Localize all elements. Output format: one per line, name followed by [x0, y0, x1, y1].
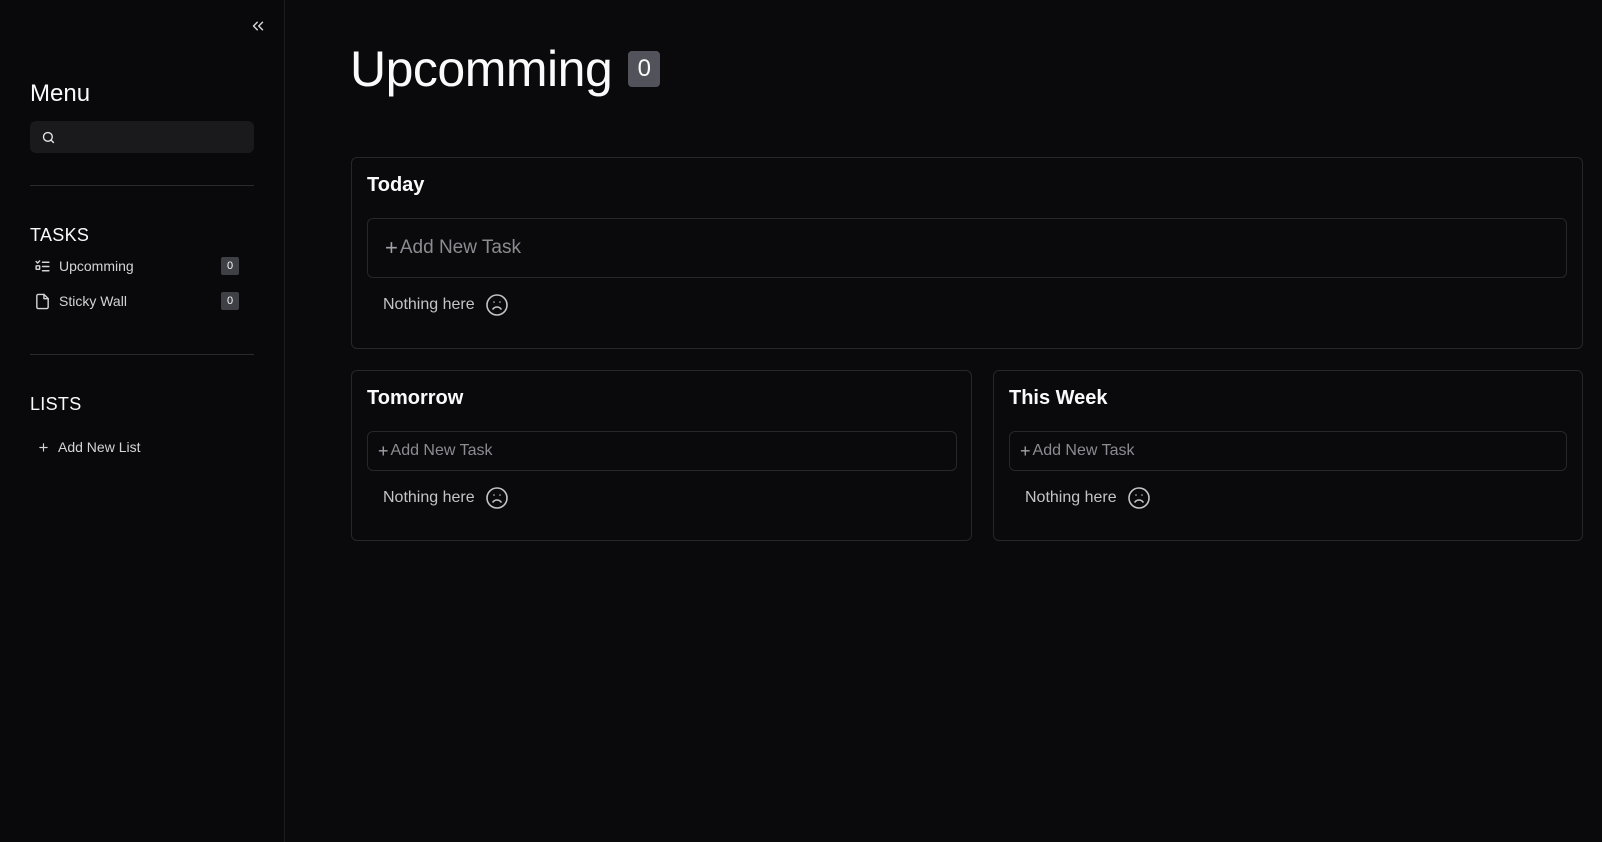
card-title: This Week — [1009, 387, 1108, 409]
add-task-placeholder: Add New Task — [1032, 442, 1135, 459]
list-checks-icon — [35, 259, 50, 271]
plus-icon: + — [378, 440, 389, 461]
sidebar-item-label: Sticky Wall — [59, 293, 127, 309]
add-task-placeholder: Add New Task — [399, 237, 521, 258]
card-title: Tomorrow — [367, 387, 464, 409]
chevrons-left-icon — [252, 21, 264, 31]
sidebar-item-sticky-wall[interactable]: Sticky Wall 0 — [34, 289, 239, 313]
page-header: Upcomming 0 — [350, 40, 661, 98]
frown-icon — [485, 294, 508, 316]
frown-icon — [1127, 487, 1150, 509]
empty-state-label: Nothing here — [383, 489, 475, 506]
sidebar: Menu TASKS Upcomming 0 Sticky Wall 0 LIS… — [0, 0, 285, 842]
page-title: Upcomming — [350, 41, 613, 97]
search-input[interactable] — [64, 129, 244, 145]
add-task-placeholder: Add New Task — [390, 442, 493, 459]
add-task-input[interactable]: + Add New Task — [367, 431, 957, 471]
add-task-input[interactable]: + Add New Task — [1009, 431, 1567, 471]
empty-state: Nothing here — [383, 486, 509, 510]
collapse-sidebar-button[interactable] — [246, 14, 270, 38]
add-task-input[interactable]: + Add New Task — [367, 218, 1567, 278]
search-icon — [42, 131, 55, 143]
empty-state: Nothing here — [1025, 486, 1151, 510]
card-title: Today — [367, 174, 425, 196]
tomorrow-card: Tomorrow + Add New Task Nothing here — [351, 370, 972, 541]
add-new-list-label: Add New List — [58, 439, 141, 455]
sidebar-item-count: 0 — [221, 257, 239, 275]
today-card: Today + Add New Task Nothing here — [351, 157, 1583, 349]
plus-icon: + — [385, 235, 398, 260]
sticky-note-icon — [36, 293, 49, 309]
frown-icon — [485, 487, 508, 509]
tasks-section-title: TASKS — [30, 225, 90, 245]
empty-state-label: Nothing here — [383, 296, 475, 313]
plus-icon — [39, 442, 48, 452]
sidebar-divider — [30, 185, 254, 186]
menu-title: Menu — [30, 80, 91, 107]
this-week-card: This Week + Add New Task Nothing here — [993, 370, 1583, 541]
plus-icon: + — [1020, 440, 1031, 461]
empty-state-label: Nothing here — [1025, 489, 1117, 506]
search-box[interactable] — [30, 121, 254, 153]
main-content: Upcomming 0 Today + Add New Task Nothing… — [285, 0, 1602, 842]
sidebar-item-label: Upcomming — [59, 258, 134, 274]
page-count-badge: 0 — [628, 51, 661, 87]
empty-state: Nothing here — [383, 293, 509, 317]
app-root: Menu TASKS Upcomming 0 Sticky Wall 0 LIS… — [0, 0, 1602, 842]
sidebar-divider — [30, 354, 254, 355]
lists-section-title: LISTS — [30, 394, 82, 414]
add-new-list-button[interactable]: Add New List — [38, 439, 140, 455]
sidebar-item-count: 0 — [221, 292, 239, 310]
sidebar-item-upcomming[interactable]: Upcomming 0 — [34, 254, 239, 278]
